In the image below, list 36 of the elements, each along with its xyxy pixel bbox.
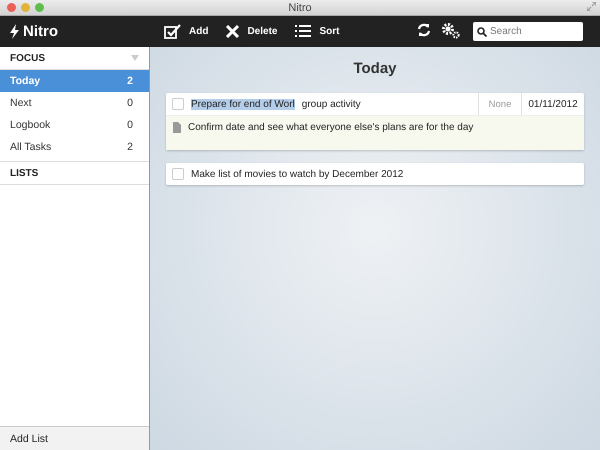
checkbox-icon: [164, 24, 181, 39]
collapse-icon[interactable]: [131, 54, 139, 60]
item-count: 0: [127, 97, 133, 109]
item-count: 2: [127, 141, 133, 153]
note-icon: [173, 122, 181, 133]
search-field[interactable]: Search: [473, 22, 583, 41]
checkbox[interactable]: [172, 98, 184, 110]
selected-text: Prepare for end of Worl: [191, 98, 295, 110]
fullscreen-icon[interactable]: [587, 2, 596, 11]
item-label: Logbook: [10, 119, 50, 131]
item-count: 0: [127, 119, 133, 131]
lightning-icon: [10, 24, 19, 39]
app-name: Nitro: [23, 23, 58, 40]
item-label: All Tasks: [10, 141, 52, 153]
task-title[interactable]: group activity: [302, 98, 361, 110]
task-title[interactable]: Make list of movies to watch by December 2012: [191, 168, 404, 180]
section-header: FOCUS: [10, 52, 45, 64]
task-notes: Confirm date and see what everyone else's plans are for the day: [188, 122, 474, 133]
item-count: 2: [127, 75, 133, 87]
sidebar-item[interactable]: Next 0: [0, 92, 149, 114]
item-label: Today: [10, 75, 40, 87]
list-icon: [295, 25, 312, 38]
sort-button[interactable]: Sort: [287, 18, 348, 44]
add-button[interactable]: Add: [156, 18, 216, 44]
page-title: Today: [353, 60, 397, 77]
sidebar-item[interactable]: Logbook 0: [0, 114, 149, 136]
settings-icon[interactable]: [441, 22, 460, 38]
window-title: Nitro: [288, 2, 312, 14]
add-list-button[interactable]: Add List: [0, 426, 149, 450]
close-icon: [226, 25, 240, 38]
sync-icon[interactable]: [417, 23, 431, 37]
section-header: LISTS: [10, 168, 38, 178]
checkbox[interactable]: [172, 168, 184, 180]
sidebar-item[interactable]: All Tasks 2: [0, 136, 149, 158]
delete-button[interactable]: Delete: [218, 18, 286, 44]
item-label: Next: [10, 97, 32, 109]
